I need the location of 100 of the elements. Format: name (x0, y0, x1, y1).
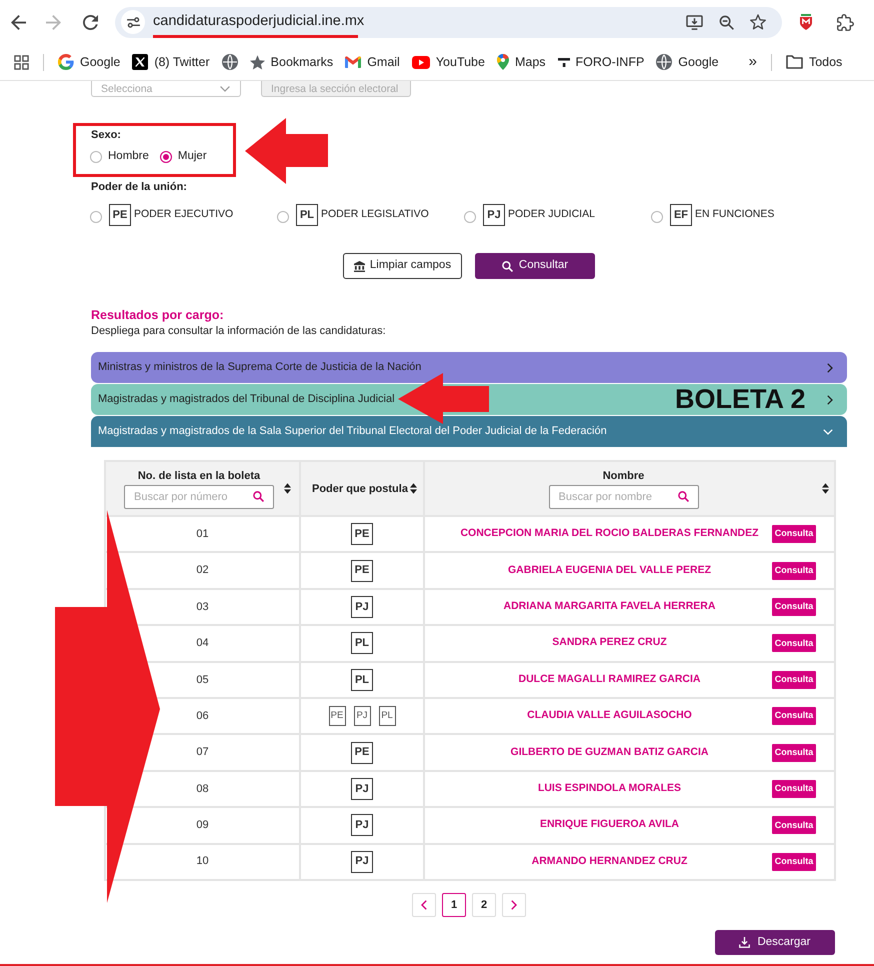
radio-label[interactable]: Hombre (108, 148, 149, 166)
branch-code: PL (351, 668, 373, 691)
branch-code: PE (351, 742, 373, 764)
section-subtitle: Despliega para consultar la información de las candidaturas: (91, 324, 387, 338)
radio-button[interactable] (90, 151, 102, 163)
annotation-label: BOLETA 2 (675, 386, 806, 413)
bar-icon (558, 58, 570, 66)
folder-icon (786, 55, 803, 69)
branch-code: PE (351, 523, 373, 546)
branch-code: PL (378, 706, 396, 726)
bookmark-item[interactable]: Bookmarks (244, 50, 340, 74)
caret-down-icon (220, 86, 230, 92)
consulta-button[interactable]: Consulta (772, 634, 816, 652)
bookmark-item[interactable]: FORO-INFP (552, 50, 650, 74)
sort-icon (410, 483, 417, 494)
column-header[interactable]: Poder que postula (300, 461, 424, 516)
grid-icon (14, 54, 29, 70)
address-bar[interactable]: candidaturaspoderjudicial.ine.mx (115, 6, 782, 38)
candidate-name: ENRIQUE FIGUEROA AVILA (538, 817, 680, 832)
bookmark-item[interactable]: Maps (490, 50, 552, 74)
candidate-name: ADRIANA MARGARITA FAVELA HERRERA (502, 599, 716, 614)
gmail-icon (345, 56, 362, 68)
candidate-name: CLAUDIA VALLE AGUILASOCHO (526, 708, 693, 724)
branch-code: PE (328, 706, 346, 726)
globe-icon (656, 54, 672, 70)
consulta-button[interactable]: Consulta (772, 707, 816, 726)
monitor-download-icon (686, 14, 702, 30)
google-icon (58, 54, 74, 70)
reload-icon (82, 14, 98, 30)
more-bookmarks-button[interactable]: » (742, 48, 763, 76)
star-icon (750, 14, 766, 30)
candidate-name: LUIS ESPINDOLA MORALES (536, 781, 682, 796)
page-button[interactable]: 2 (472, 892, 496, 917)
search-icon (678, 491, 688, 502)
search-button[interactable]: Consultar (475, 253, 595, 279)
search-icon (253, 491, 264, 502)
radio-label[interactable]: PODER LEGISLATIVO (321, 207, 429, 223)
search-field[interactable]: Buscar por nombre (548, 484, 698, 508)
download-icon (739, 936, 750, 948)
page-button[interactable]: 1 (442, 892, 466, 917)
branch-code: PJ (351, 596, 373, 618)
bookmark-item[interactable]: (8) Twitter (126, 50, 216, 74)
consulta-button[interactable]: Consulta (772, 744, 816, 762)
next-page-button[interactable] (502, 892, 526, 917)
radio-label[interactable]: PODER JUDICIAL (508, 207, 595, 223)
consulta-button[interactable]: Consulta (772, 562, 816, 580)
branch-code: PL (351, 632, 373, 654)
branch-code: PJ (483, 204, 505, 226)
consulta-button[interactable]: Consulta (772, 852, 816, 871)
radio-button[interactable] (464, 211, 476, 223)
x-logo-icon (132, 54, 148, 70)
section-title: Resultados por cargo: (91, 308, 225, 323)
consulta-button[interactable]: Consulta (772, 525, 816, 544)
column-header[interactable]: Nombre Buscar por nombre (424, 461, 835, 516)
tune-icon (126, 16, 140, 28)
column-header[interactable]: No. de lista en la boleta Buscar por número (105, 461, 300, 516)
radio-button[interactable] (160, 151, 172, 163)
bookmark-folder[interactable]: Todos (780, 50, 848, 74)
candidate-name: ARMANDO HERNANDEZ CRUZ (530, 854, 688, 869)
branch-code: PE (351, 560, 373, 582)
bookmark-item[interactable]: Gmail (339, 50, 406, 74)
consulta-button[interactable]: Consulta (772, 816, 816, 834)
chevron-right-icon (511, 900, 517, 910)
accordion-header[interactable]: Magistradas y magistrados de la Sala Superior del Tribunal Electoral del Poder Judicial de la Federación (91, 416, 847, 447)
accordion-header[interactable]: Ministras y ministros de la Suprema Corte de Justicia de la Nación (91, 352, 847, 383)
download-button[interactable]: Descargar (715, 930, 835, 955)
branch-code: EF (670, 204, 692, 226)
radio-label[interactable]: EN FUNCIONES (695, 207, 774, 223)
bookmark-item[interactable]: Google (52, 50, 126, 74)
candidate-name: SANDRA PEREZ CRUZ (551, 635, 668, 650)
column-title: Poder que postula (312, 482, 408, 496)
radio-label[interactable]: Mujer (178, 148, 207, 166)
bookmark-item[interactable]: Google (650, 50, 725, 74)
site-info-button[interactable] (121, 10, 145, 34)
map-pin-icon (496, 54, 509, 70)
chevron-right-icon (827, 394, 833, 404)
bookmark-item[interactable]: YouTube (406, 50, 491, 74)
radio-button[interactable] (651, 211, 663, 223)
radio-label[interactable]: PODER EJECUTIVO (134, 207, 234, 223)
column-title: No. de lista en la boleta (138, 468, 260, 482)
consulta-button[interactable]: Consulta (772, 670, 816, 689)
branch-code: PJ (351, 778, 373, 800)
candidate-name: CONCEPCION MARIA DEL ROCIO BALDERAS FERNANDEZ (459, 526, 760, 542)
zoom-out-icon (718, 14, 734, 30)
search-icon (502, 260, 513, 272)
radio-button[interactable] (277, 211, 289, 223)
consulta-button[interactable]: Consulta (772, 780, 816, 798)
column-title: Nombre (602, 468, 644, 482)
back-arrow-icon (10, 14, 26, 30)
radio-button[interactable] (90, 211, 102, 223)
puzzle-icon (836, 14, 854, 30)
previous-page-button[interactable] (412, 892, 436, 917)
candidate-name: DULCE MAGALLI RAMIREZ GARCIA (518, 672, 702, 687)
branch-code: PJ (354, 706, 370, 726)
clear-button[interactable]: Limpiar campos (343, 253, 462, 279)
consulta-button[interactable]: Consulta (772, 598, 816, 616)
candidate-name: GILBERTO DE GUZMAN BATIZ GARCIA (510, 744, 710, 760)
search-field[interactable]: Buscar por número (124, 484, 274, 508)
branch-code: PJ (351, 850, 373, 873)
branch-code: PJ (351, 814, 373, 836)
